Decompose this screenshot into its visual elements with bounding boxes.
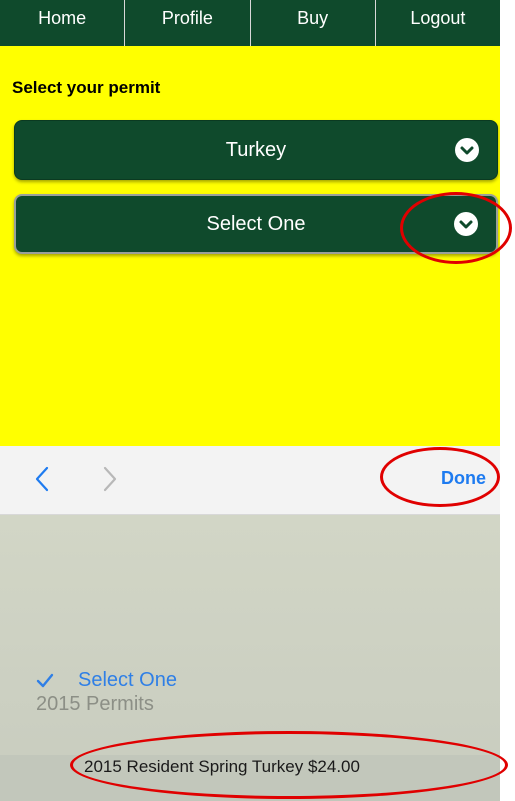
page-heading: Select your permit: [12, 78, 161, 97]
species-select-value: Turkey: [225, 138, 287, 161]
picker-option-selected[interactable]: Select One: [36, 669, 177, 692]
picker-group-label: 2015 Permits: [36, 693, 154, 715]
chevron-right-icon[interactable]: [102, 466, 118, 492]
annotation-circle-dropdown: [400, 192, 512, 264]
nav-home[interactable]: Home: [0, 0, 126, 46]
species-select[interactable]: Turkey: [14, 120, 498, 180]
nav-logout[interactable]: Logout: [376, 0, 500, 46]
top-nav-bar: Home Profile Buy Logout: [0, 0, 500, 46]
annotation-circle-done: [380, 447, 500, 507]
chevron-down-icon: [455, 138, 479, 162]
checkmark-icon: [36, 673, 54, 689]
nav-buy[interactable]: Buy: [251, 0, 376, 46]
picker-option-label: Select One: [78, 669, 177, 691]
permit-select-value: Select One: [206, 212, 306, 235]
nav-profile[interactable]: Profile: [125, 0, 251, 46]
annotation-circle-option: [70, 731, 508, 799]
phone-screen: Home Profile Buy Logout Select your perm…: [0, 0, 500, 801]
chevron-left-icon[interactable]: [34, 466, 50, 492]
